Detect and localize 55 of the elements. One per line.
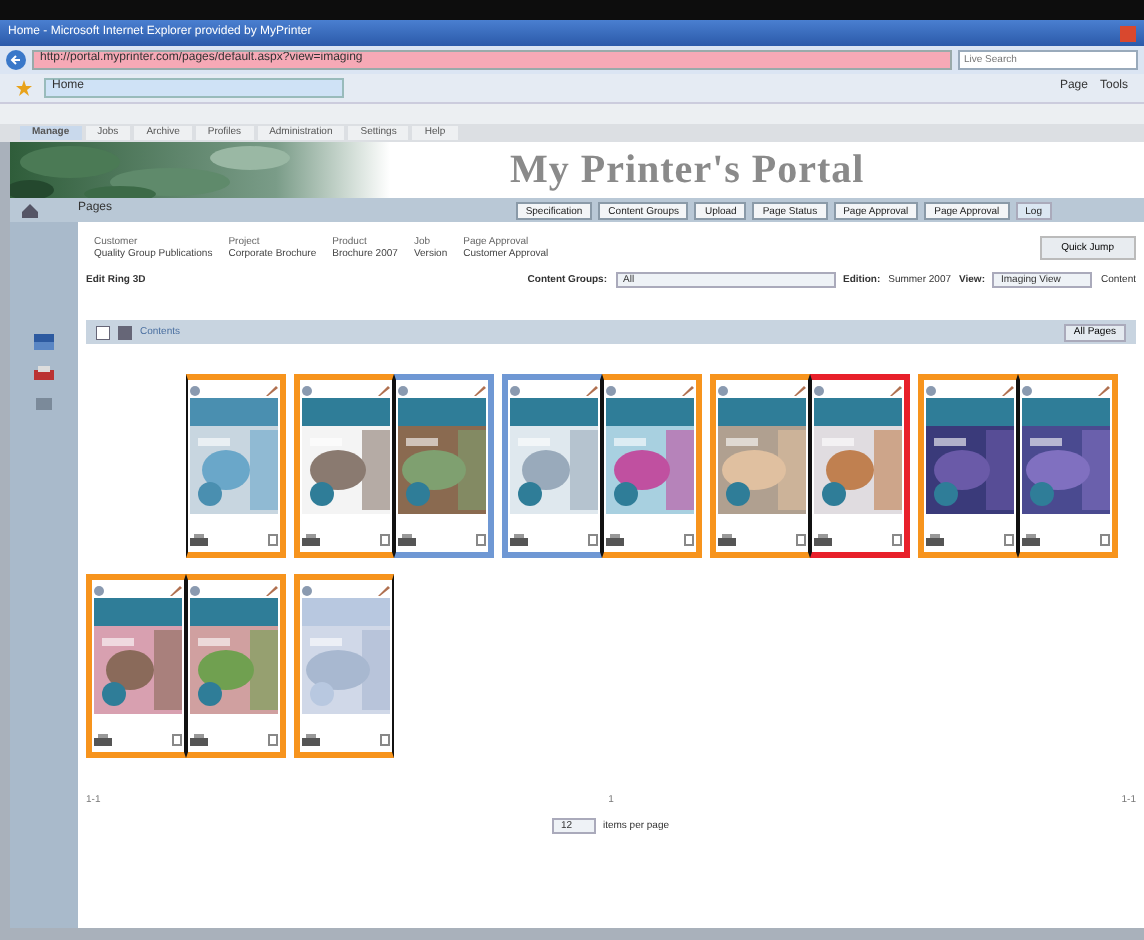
printer-icon[interactable] xyxy=(190,734,208,746)
page-thumbnail[interactable] xyxy=(602,374,702,558)
page-thumbnail[interactable] xyxy=(186,574,286,758)
grid-icon[interactable] xyxy=(118,325,132,339)
page-thumbnail[interactable] xyxy=(86,574,186,758)
printer-icon[interactable] xyxy=(302,534,320,546)
printer-icon[interactable] xyxy=(1022,534,1040,546)
page-icon[interactable] xyxy=(380,734,390,746)
page-thumbnail[interactable] xyxy=(810,374,910,558)
page-thumbnail[interactable] xyxy=(394,374,494,558)
star-icon[interactable] xyxy=(16,80,32,96)
page-icon[interactable] xyxy=(796,534,806,546)
home-icon[interactable] xyxy=(22,203,38,217)
page-icon[interactable] xyxy=(588,534,598,546)
portal-title: My Printer's Portal xyxy=(510,146,865,194)
printer-icon[interactable] xyxy=(718,534,736,546)
page-thumbnail[interactable] xyxy=(918,374,1018,558)
page-thumbnail[interactable] xyxy=(710,374,810,558)
circle-icon[interactable] xyxy=(94,585,104,595)
page-icon[interactable] xyxy=(476,534,486,546)
list-icon[interactable] xyxy=(96,325,110,339)
circle-icon[interactable] xyxy=(190,385,200,395)
printer-icon[interactable] xyxy=(606,534,624,546)
page-thumbnail[interactable] xyxy=(294,574,394,758)
page-thumbnail[interactable] xyxy=(1018,374,1118,558)
circle-icon[interactable] xyxy=(302,585,312,595)
printer-icon[interactable] xyxy=(190,534,208,546)
printer-icon[interactable] xyxy=(510,534,528,546)
page-icon[interactable] xyxy=(1004,534,1014,546)
page-icon[interactable] xyxy=(684,534,694,546)
page-icon[interactable] xyxy=(268,734,278,746)
page-icon[interactable] xyxy=(380,534,390,546)
circle-icon[interactable] xyxy=(606,385,616,395)
page-icon[interactable] xyxy=(892,534,902,546)
circle-icon[interactable] xyxy=(1022,385,1032,395)
page-thumbnail[interactable] xyxy=(502,374,602,558)
printer-icon[interactable] xyxy=(926,534,944,546)
printer-icon[interactable] xyxy=(302,734,320,746)
page-icon[interactable] xyxy=(172,734,182,746)
page-thumbnail[interactable] xyxy=(294,374,394,558)
printer-icon[interactable] xyxy=(34,366,54,382)
circle-icon[interactable] xyxy=(814,385,824,395)
printer-icon[interactable] xyxy=(398,534,416,546)
page-thumbnail[interactable] xyxy=(186,374,286,558)
page-icon[interactable] xyxy=(1100,534,1110,546)
circle-icon[interactable] xyxy=(398,385,408,395)
circle-icon[interactable] xyxy=(510,385,520,395)
printer-icon[interactable] xyxy=(94,734,112,746)
circle-icon[interactable] xyxy=(302,385,312,395)
circle-icon[interactable] xyxy=(718,385,728,395)
circle-icon[interactable] xyxy=(926,385,936,395)
back-icon[interactable] xyxy=(6,50,26,70)
printer-icon[interactable] xyxy=(814,534,832,546)
page-icon[interactable] xyxy=(268,534,278,546)
circle-icon[interactable] xyxy=(190,585,200,595)
